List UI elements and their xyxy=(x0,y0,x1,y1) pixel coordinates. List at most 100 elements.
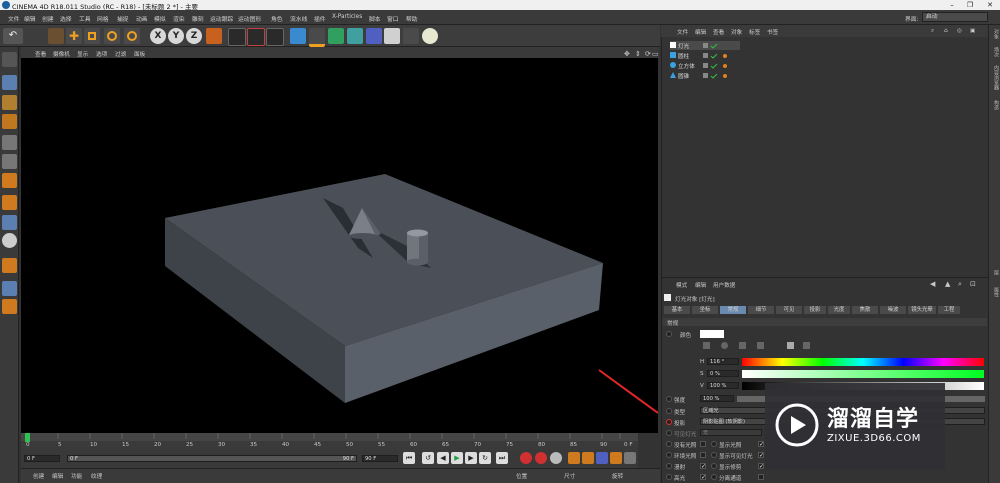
shadow-anim-dot[interactable] xyxy=(666,419,672,425)
viewport-zoom-icon[interactable]: ⇕ xyxy=(635,50,641,58)
strip-tab-takes[interactable]: 场次 xyxy=(990,47,1000,57)
attr-tab-basic[interactable]: 基本 xyxy=(664,306,690,314)
attr-back-icon[interactable]: ◀ xyxy=(930,280,935,288)
material-tab-create[interactable]: 创建 xyxy=(33,472,44,480)
auto-key-icon[interactable] xyxy=(535,452,547,464)
edges-mode-icon[interactable] xyxy=(2,154,17,169)
menu-character[interactable]: 角色 xyxy=(271,14,283,23)
specular-anim-dot[interactable] xyxy=(666,474,672,480)
menu-window[interactable]: 窗口 xyxy=(387,14,399,23)
menu-create[interactable]: 创建 xyxy=(42,14,54,23)
menu-render[interactable]: 渲染 xyxy=(173,14,185,23)
saturation-field[interactable]: 0 % xyxy=(707,370,739,377)
undo-icon[interactable]: ↶ xyxy=(3,28,23,44)
object-menu-bookmarks[interactable]: 书签 xyxy=(767,28,778,36)
menu-mograph[interactable]: 运动图形 xyxy=(238,14,261,23)
make-editable-icon[interactable] xyxy=(2,52,17,67)
attr-tab-visibility[interactable]: 可见 xyxy=(776,306,802,314)
viewport-maximize-icon[interactable]: ▭ xyxy=(652,50,659,58)
menu-simulate[interactable]: 模拟 xyxy=(154,14,166,23)
diffuse-checkbox[interactable]: ✓ xyxy=(700,463,706,470)
strip-tab-content-browser[interactable]: 内容浏览器 xyxy=(990,65,1000,90)
strip-tab-structure[interactable]: 构造 xyxy=(990,100,1000,110)
menu-script[interactable]: 脚本 xyxy=(369,14,381,23)
menu-plugins[interactable]: 插件 xyxy=(314,14,326,23)
model-mode-icon[interactable] xyxy=(2,75,17,90)
tweak-mode-icon[interactable] xyxy=(2,215,17,230)
show-visible-anim-dot[interactable] xyxy=(711,452,717,458)
spline-pen-icon[interactable] xyxy=(309,28,325,47)
specular-checkbox[interactable]: ✓ xyxy=(700,474,706,481)
render-picture-viewer-icon[interactable] xyxy=(247,28,265,46)
polygons-mode-icon[interactable] xyxy=(2,173,17,188)
deformer-icon[interactable] xyxy=(366,28,382,44)
viewport-rotate-icon[interactable]: ⟳ xyxy=(645,50,651,58)
no-illumination-checkbox[interactable] xyxy=(700,441,706,447)
cloner-icon[interactable] xyxy=(347,28,363,44)
menu-edit[interactable]: 编辑 xyxy=(24,14,36,23)
light-icon[interactable] xyxy=(422,28,438,44)
layout-select[interactable]: 启动 xyxy=(922,12,988,22)
workplane-icon[interactable] xyxy=(2,114,17,129)
attr-tab-caustics[interactable]: 焦散 xyxy=(852,306,878,314)
start-frame-field[interactable]: 0 F xyxy=(24,455,60,462)
menu-sculpt[interactable]: 雕刻 xyxy=(192,14,204,23)
attr-menu-edit[interactable]: 编辑 xyxy=(695,281,706,289)
show-clipping-checkbox[interactable]: ✓ xyxy=(758,463,764,470)
saturation-slider[interactable] xyxy=(742,370,984,378)
render-settings-icon[interactable] xyxy=(266,28,284,46)
menu-mesh[interactable]: 网格 xyxy=(97,14,109,23)
viewport-move-icon[interactable]: ✥ xyxy=(624,50,630,58)
visible-light-select[interactable]: 无 xyxy=(700,429,762,436)
object-new-window-icon[interactable]: ▣ xyxy=(970,28,975,34)
show-clipping-anim-dot[interactable] xyxy=(711,463,717,469)
strip-tab-layers[interactable]: 层 xyxy=(990,270,1000,275)
no-illum-anim-dot[interactable] xyxy=(666,441,672,447)
attr-search-icon[interactable]: ⌕ xyxy=(958,280,962,289)
menu-select[interactable]: 选择 xyxy=(60,14,72,23)
material-tab-edit[interactable]: 编辑 xyxy=(52,472,63,480)
points-mode-icon[interactable] xyxy=(2,135,17,150)
render-view-icon[interactable] xyxy=(228,28,246,46)
show-visible-light-checkbox[interactable]: ✓ xyxy=(758,452,764,459)
viewport-menu-camera[interactable]: 摄像机 xyxy=(53,50,70,58)
floor-icon[interactable] xyxy=(384,28,400,44)
menu-pipeline[interactable]: 流水线 xyxy=(290,14,307,23)
attr-up-icon[interactable]: ▲ xyxy=(945,280,950,288)
3d-viewport[interactable] xyxy=(21,58,658,433)
coordinate-system-icon[interactable] xyxy=(206,28,222,44)
timeline-ruler[interactable]: 0 5 10 15 20 25 30 35 40 45 50 55 60 65 … xyxy=(21,433,638,450)
scale-icon[interactable] xyxy=(84,28,100,44)
menu-help[interactable]: 帮助 xyxy=(406,14,418,23)
record-keys-icon[interactable] xyxy=(520,452,532,464)
type-anim-dot[interactable] xyxy=(666,408,672,414)
grid-icon[interactable] xyxy=(2,281,17,296)
value-field[interactable]: 100 % xyxy=(707,382,739,389)
viewport-menu-panel[interactable]: 面板 xyxy=(134,50,145,58)
point-level-icon[interactable] xyxy=(624,452,636,464)
diffuse-anim-dot[interactable] xyxy=(666,463,672,469)
parameter-key-icon[interactable] xyxy=(610,452,622,464)
cube-icon[interactable] xyxy=(290,28,306,44)
next-key-icon[interactable]: ↻ xyxy=(479,452,491,464)
attr-menu-user-data[interactable]: 用户数据 xyxy=(713,281,735,289)
recent-tool-icon[interactable] xyxy=(124,28,140,44)
previous-frame-icon[interactable]: ◀ xyxy=(437,452,449,464)
menu-tools[interactable]: 工具 xyxy=(79,14,91,23)
maximize-icon[interactable]: ❐ xyxy=(962,0,978,10)
y-axis-button[interactable]: Y xyxy=(168,28,184,44)
object-menu-tags[interactable]: 标签 xyxy=(749,28,760,36)
snap-icon[interactable] xyxy=(2,233,17,248)
material-tab-function[interactable]: 功能 xyxy=(71,472,82,480)
go-to-start-icon[interactable]: ⏮ xyxy=(403,452,415,464)
strip-tab-attributes[interactable]: 属性 xyxy=(990,287,1000,297)
camera-icon[interactable] xyxy=(403,28,419,44)
z-axis-button[interactable]: Z xyxy=(186,28,202,44)
go-to-end-icon[interactable]: ⏭ xyxy=(496,452,508,464)
object-menu-edit[interactable]: 编辑 xyxy=(695,28,706,36)
intensity-anim-dot[interactable] xyxy=(666,396,672,402)
object-search-icon[interactable]: ⌕ xyxy=(931,28,934,35)
rotation-key-icon[interactable] xyxy=(596,452,608,464)
attr-tab-details[interactable]: 细节 xyxy=(748,306,774,314)
object-menu-file[interactable]: 文件 xyxy=(677,28,688,36)
